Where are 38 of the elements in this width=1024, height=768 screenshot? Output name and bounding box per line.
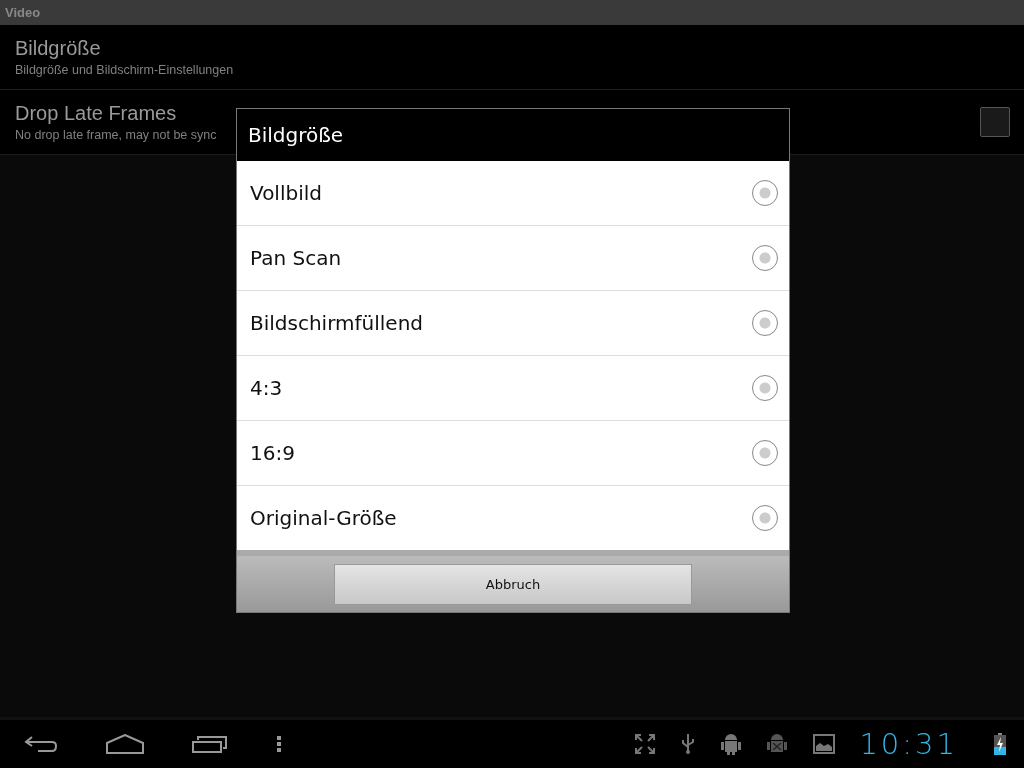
clock: 10:31 — [859, 727, 958, 761]
radio-button[interactable] — [752, 505, 778, 531]
radio-button[interactable] — [752, 440, 778, 466]
android-icon[interactable] — [721, 733, 742, 755]
usb-icon[interactable] — [681, 733, 696, 755]
back-icon[interactable] — [24, 735, 58, 753]
cancel-button[interactable]: Abbruch — [334, 563, 692, 605]
option-item[interactable]: 16:9 — [237, 421, 789, 486]
option-item[interactable]: 4:3 — [237, 356, 789, 421]
setting-summary: No drop late frame, may not be sync — [15, 128, 217, 142]
setting-title: Bildgröße — [15, 37, 101, 60]
radio-button[interactable] — [752, 310, 778, 336]
menu-icon[interactable] — [276, 735, 282, 753]
option-item[interactable]: Original-Größe — [237, 486, 789, 550]
radio-button[interactable] — [752, 245, 778, 271]
battery-charging-icon[interactable] — [994, 733, 1006, 755]
image-icon[interactable] — [813, 734, 836, 754]
setting-title: Drop Late Frames — [15, 102, 177, 125]
settings-item[interactable]: Bildgröße Bildgröße und Bildschirm-Einstellungen — [0, 25, 1024, 90]
screen-title: Video — [5, 5, 41, 20]
option-item[interactable]: Pan Scan — [237, 226, 789, 291]
recent-apps-icon[interactable] — [192, 735, 228, 753]
option-label: Vollbild — [250, 181, 323, 205]
radio-button[interactable] — [752, 375, 778, 401]
option-item[interactable]: Vollbild — [237, 161, 789, 226]
option-label: Pan Scan — [250, 246, 343, 270]
expand-icon[interactable] — [635, 734, 656, 754]
setting-summary: Bildgröße und Bildschirm-Einstellungen — [15, 63, 234, 77]
option-label: 4:3 — [250, 376, 284, 400]
android-debug-icon[interactable] — [767, 733, 788, 755]
radio-button[interactable] — [752, 180, 778, 206]
option-label: 16:9 — [250, 441, 296, 465]
option-item[interactable]: Bildschirmfüllend — [237, 291, 789, 356]
option-label: Bildschirmfüllend — [250, 311, 425, 335]
option-label: Original-Größe — [250, 506, 398, 530]
dialog-title: Bildgröße — [248, 123, 344, 147]
checkbox[interactable] — [980, 107, 1010, 137]
home-icon[interactable] — [106, 734, 144, 754]
